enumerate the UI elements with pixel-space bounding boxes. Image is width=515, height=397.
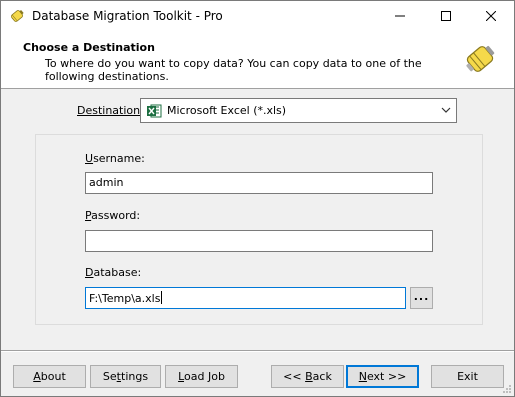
database-label-text: atabase: bbox=[93, 266, 142, 279]
password-label-text: assword: bbox=[91, 209, 141, 222]
back-button[interactable]: << Back bbox=[271, 365, 344, 388]
battery-icon bbox=[466, 45, 495, 72]
username-label-accel: U bbox=[85, 152, 94, 165]
bottom-divider-highlight bbox=[1, 351, 514, 352]
database-input[interactable]: F:\Temp\a.xls bbox=[85, 287, 406, 309]
settings-label-pre: Se bbox=[102, 370, 117, 383]
title-bar[interactable]: Database Migration Toolkit - Pro bbox=[1, 1, 514, 31]
chevron-down-icon bbox=[441, 107, 451, 113]
about-button[interactable]: About bbox=[13, 365, 86, 388]
battery-icon bbox=[11, 9, 24, 22]
minimize-icon bbox=[395, 15, 405, 17]
load-job-button[interactable]: Load Job bbox=[165, 365, 238, 388]
close-icon bbox=[486, 11, 496, 21]
back-label-pre: << bbox=[283, 370, 306, 383]
maximize-button[interactable] bbox=[423, 1, 469, 31]
username-label: Username: bbox=[85, 152, 145, 165]
exit-button[interactable]: Exit bbox=[431, 365, 504, 388]
wizard-header: Choose a Destination To where do you wan… bbox=[1, 31, 514, 89]
destination-label: Destination: bbox=[77, 104, 144, 117]
resize-grip-icon[interactable] bbox=[502, 384, 512, 394]
back-label: ack bbox=[312, 370, 332, 383]
excel-icon bbox=[147, 104, 162, 118]
next-button[interactable]: Next >> bbox=[346, 365, 419, 388]
destination-select[interactable]: Microsoft Excel (*.xls) bbox=[140, 98, 457, 123]
next-accel: N bbox=[358, 370, 367, 383]
about-accel: A bbox=[33, 370, 41, 383]
settings-label: tings bbox=[121, 370, 149, 383]
password-input[interactable] bbox=[85, 230, 433, 252]
main-window: Database Migration Toolkit - Pro Choose … bbox=[0, 0, 515, 397]
username-input[interactable]: admin bbox=[85, 172, 433, 194]
about-label: bout bbox=[40, 370, 66, 383]
close-button[interactable] bbox=[468, 1, 514, 31]
next-label: ext >> bbox=[366, 370, 407, 383]
database-label: Database: bbox=[85, 266, 141, 279]
load-job-label: oad Job bbox=[184, 370, 225, 383]
page-title: Choose a Destination bbox=[23, 41, 155, 54]
back-accel: B bbox=[305, 370, 313, 383]
window-title: Database Migration Toolkit - Pro bbox=[32, 9, 223, 23]
minimize-button[interactable] bbox=[377, 1, 423, 31]
browse-button[interactable]: ... bbox=[410, 287, 433, 309]
destination-value: Microsoft Excel (*.xls) bbox=[167, 104, 287, 117]
page-description: To where do you want to copy data? You c… bbox=[45, 57, 422, 83]
settings-button[interactable]: Settings bbox=[90, 365, 161, 388]
text-caret bbox=[161, 291, 163, 304]
maximize-icon bbox=[441, 11, 451, 21]
database-value: F:\Temp\a.xls bbox=[89, 292, 161, 305]
destination-label-text: Destination bbox=[77, 104, 141, 117]
password-label: Password: bbox=[85, 209, 140, 222]
username-label-text: sername: bbox=[93, 152, 145, 165]
